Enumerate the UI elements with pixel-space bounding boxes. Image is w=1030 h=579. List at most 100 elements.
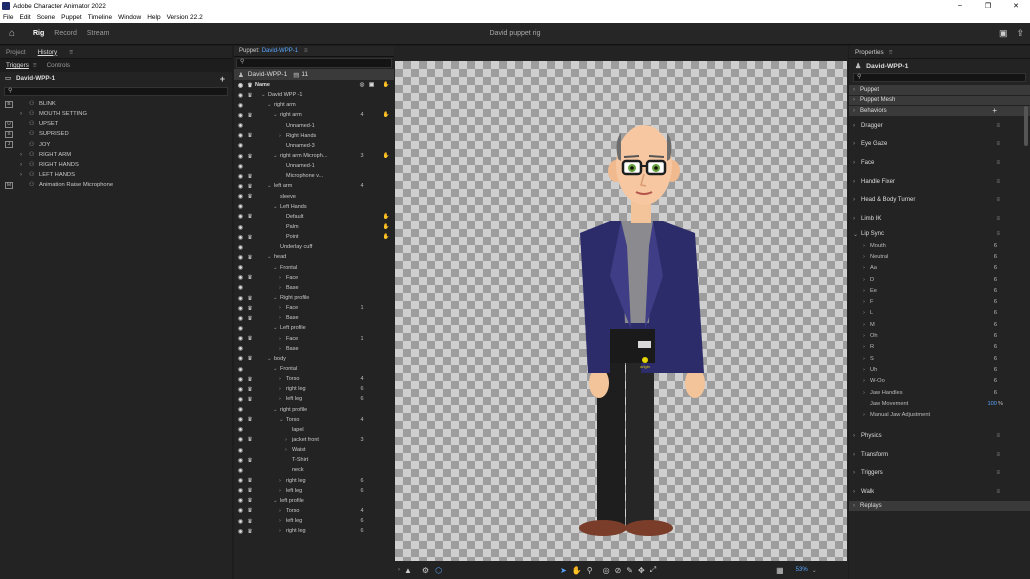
panel-menu-icon[interactable]: ≡ (69, 49, 73, 56)
layer-row[interactable]: ◉ ⌄ Frontal (234, 364, 394, 374)
behavior-menu-icon[interactable]: ≡ (996, 452, 1000, 458)
crown-icon[interactable]: ♛ (245, 305, 255, 312)
crown-icon[interactable]: ♛ (245, 173, 255, 180)
eye-icon[interactable]: ◉ (236, 203, 245, 210)
crown-icon[interactable]: ♛ (245, 183, 255, 190)
close-button[interactable]: ✕ (1002, 2, 1030, 10)
jaw-movement-row[interactable]: Jaw Movement 100 % (849, 398, 1030, 409)
layer-row[interactable]: ◉ ⌄ Left Hands (234, 202, 394, 212)
layer-row[interactable]: ◉ ♛ ⌄ David WPP -1 (234, 90, 394, 100)
layer-row[interactable]: ◉ ♛ › Torso 4 (234, 506, 394, 516)
menu-item-0[interactable]: File (3, 14, 13, 21)
trigger-item[interactable]: J ⚇ JOY (0, 140, 232, 150)
trigger-search-input[interactable]: ⚲ (4, 87, 228, 96)
layer-row[interactable]: ◉ ♛ ⌄ left profile (234, 496, 394, 506)
manual-jaw-row[interactable]: › Manual Jaw Adjustment (849, 410, 1030, 421)
lip-sync-row[interactable]: › R 6 (849, 342, 1030, 353)
eye-icon[interactable]: ◉ (236, 112, 245, 119)
chevron-right-icon[interactable]: › (20, 172, 29, 178)
trigger-item[interactable]: › ⚇ RIGHT HANDS (0, 160, 232, 170)
lip-sync-row[interactable]: › S 6 (849, 353, 1030, 364)
add-trigger-button[interactable]: + (220, 74, 225, 84)
pin-tool-icon[interactable]: ✎ (626, 566, 633, 575)
puppet-search-input[interactable]: ⚲ (236, 58, 392, 68)
panel-menu-icon[interactable]: ≡ (33, 62, 37, 69)
layer-row[interactable]: ◉ ♛ › right leg 6 (234, 384, 394, 394)
eye-icon[interactable]: ◉ (236, 396, 245, 403)
section-replays[interactable]: › Replays (849, 501, 1030, 511)
menu-item-4[interactable]: Timeline (88, 14, 112, 21)
lip-sync-row[interactable]: › Mouth 6 (849, 240, 1030, 251)
eye-icon[interactable]: ◉ (236, 254, 245, 261)
crown-icon[interactable]: ♛ (245, 416, 255, 423)
eye-icon[interactable]: ◉ (236, 234, 245, 241)
lip-sync-row[interactable]: › L 6 (849, 308, 1030, 319)
trigger-item[interactable]: › ⚇ LEFT HANDS (0, 170, 232, 180)
origin-tool-icon[interactable]: ◎ (603, 566, 610, 575)
layer-toggle-icon[interactable]: ⌄ (273, 204, 280, 210)
eye-icon[interactable]: ◉ (236, 163, 245, 170)
eye-icon[interactable]: ◉ (236, 355, 245, 362)
eye-icon[interactable]: ◉ (236, 376, 245, 383)
layer-row[interactable]: ◉ ♛ Default ✋ (234, 212, 394, 222)
eye-icon[interactable]: ◉ (236, 183, 245, 190)
behavior-head-body-turner[interactable]: › Head & Body Turner ≡ (849, 191, 1030, 210)
menu-item-3[interactable]: Puppet (61, 14, 82, 21)
eye-icon[interactable]: ◉ (236, 315, 245, 322)
handle-tool-icon[interactable]: ⊘ (615, 566, 622, 575)
layer-row[interactable]: ◉ Underlay cuff (234, 242, 394, 252)
eye-icon[interactable]: ◉ (236, 335, 245, 342)
layer-row[interactable]: ◉ ♛ Point ✋ (234, 232, 394, 242)
layer-toggle-icon[interactable]: › (279, 305, 286, 311)
layer-row[interactable]: ◉ ♛ ⌄ right arm 4 ✋ (234, 110, 394, 120)
layer-row[interactable]: ◉ › Base (234, 283, 394, 293)
layer-row[interactable]: ◉ ♛ › right leg 6 (234, 475, 394, 485)
layer-toggle-icon[interactable]: › (285, 447, 292, 453)
layer-row[interactable]: ◉ Unnamed-1 (234, 161, 394, 171)
layer-row[interactable]: ◉ ♛ T-Shirt (234, 455, 394, 465)
layer-row[interactable]: ◉ ⌄ right arm (234, 100, 394, 110)
eye-icon[interactable]: ◉ (236, 345, 245, 352)
behavior-handle-fixer[interactable]: › Handle Fixer ≡ (849, 172, 1030, 191)
behavior-menu-icon[interactable]: ≡ (996, 123, 1000, 129)
lip-sync-row[interactable]: › Ee 6 (849, 285, 1030, 296)
layer-toggle-icon[interactable]: ⌄ (273, 295, 280, 301)
crown-icon[interactable]: ♛ (245, 477, 255, 484)
behavior-menu-icon[interactable]: ≡ (996, 216, 1000, 222)
layer-row[interactable]: ◉ ⌄ Frontal (234, 263, 394, 273)
eye-icon[interactable]: ◉ (236, 274, 245, 281)
layer-row[interactable]: ◉ ♛ › Face 1 (234, 303, 394, 313)
layer-row[interactable]: ◉ ♛ ⌄ head (234, 252, 394, 262)
tab-stream[interactable]: Stream (87, 30, 110, 37)
eye-icon[interactable]: ◉ (236, 518, 245, 525)
eye-icon[interactable]: ◉ (236, 436, 245, 443)
behavior-menu-icon[interactable]: ≡ (996, 231, 1000, 237)
eye-icon[interactable]: ◉ (236, 213, 245, 220)
layer-toggle-icon[interactable]: › (279, 396, 286, 402)
layer-toggle-icon[interactable]: › (285, 437, 292, 443)
trigger-item[interactable]: S ⚇ SUPRISED (0, 129, 232, 139)
crown-icon[interactable]: ♛ (245, 213, 255, 220)
layer-toggle-icon[interactable]: ⌄ (261, 92, 268, 98)
crown-icon[interactable]: ♛ (245, 518, 255, 525)
eye-icon[interactable]: ◉ (236, 457, 245, 464)
eye-icon[interactable]: ◉ (236, 173, 245, 180)
crown-icon[interactable]: ♛ (245, 254, 255, 261)
layer-toggle-icon[interactable]: ⌄ (273, 153, 280, 159)
layer-toggle-icon[interactable]: › (279, 285, 286, 291)
menu-item-2[interactable]: Scene (37, 14, 55, 21)
layer-row[interactable]: ◉ ♛ ⌄ left arm 4 (234, 181, 394, 191)
layer-row[interactable]: ◉ ♛ ⌄ right arm Microph... 3 ✋ (234, 151, 394, 161)
crown-icon[interactable]: ♛ (245, 507, 255, 514)
trigger-item[interactable]: U ⚇ UPSET (0, 119, 232, 129)
zoom-level[interactable]: 53% (796, 567, 808, 573)
home-icon[interactable]: ⌂ (9, 28, 23, 39)
layer-toggle-icon[interactable]: › (279, 508, 286, 514)
tab-rig[interactable]: Rig (33, 30, 44, 37)
crown-icon[interactable]: ♛ (245, 386, 255, 393)
layer-toggle-icon[interactable]: › (279, 133, 286, 139)
layer-row[interactable]: ◉ › Waist (234, 445, 394, 455)
layer-row[interactable]: ◉ ♛ › left leg 6 (234, 516, 394, 526)
eye-icon[interactable]: ◉ (236, 264, 245, 271)
chevron-right-icon[interactable]: › (20, 111, 29, 117)
